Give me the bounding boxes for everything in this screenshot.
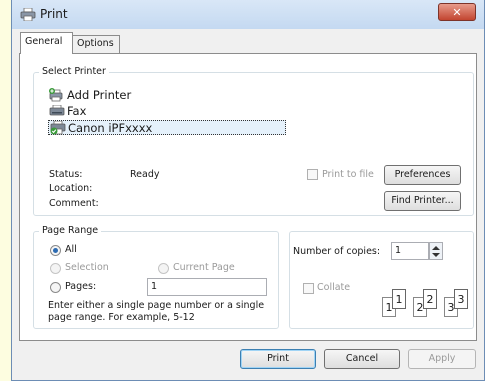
printer-item-fax[interactable]: Fax (48, 104, 128, 119)
all-radio[interactable] (50, 245, 61, 256)
cancel-button[interactable]: Cancel (324, 349, 400, 369)
collate-checkbox[interactable] (303, 283, 314, 294)
close-button[interactable]: ✕ (438, 3, 476, 21)
print-button[interactable]: Print (240, 349, 316, 369)
canon-printer-icon (50, 120, 66, 135)
select-printer-legend: Select Printer (39, 66, 109, 77)
preferences-button-label: Preferences (394, 169, 451, 180)
status-label: Status: (49, 169, 83, 180)
spin-up-icon[interactable] (432, 246, 440, 250)
print-dialog: Print ✕ General Options Select Printer A… (11, 0, 485, 381)
printer-item-add-printer[interactable]: Add Printer (48, 88, 168, 103)
preferences-button[interactable]: Preferences (384, 165, 461, 185)
printer-icon (20, 7, 36, 22)
printer-name: Add Printer (67, 88, 132, 102)
pages-input[interactable]: 1 (147, 278, 267, 296)
all-label[interactable]: All (65, 244, 77, 255)
pages-label[interactable]: Pages: (65, 281, 96, 292)
tab-options[interactable]: Options (72, 35, 120, 53)
cancel-button-label: Cancel (345, 353, 379, 364)
find-printer-button-label: Find Printer... (391, 195, 454, 206)
printer-name: Fax (67, 104, 87, 118)
number-of-copies-input[interactable]: 1 (391, 242, 429, 260)
collate-page-icon: 1 (392, 289, 406, 309)
window-title: Print (40, 7, 68, 21)
comment-label: Comment: (49, 198, 99, 209)
pages-input-value: 1 (151, 281, 158, 292)
print-button-label: Print (267, 353, 289, 364)
page-range-legend: Page Range (39, 225, 102, 236)
add-printer-icon (49, 88, 65, 102)
print-to-file-label[interactable]: Print to file (322, 169, 374, 180)
status-value: Ready (130, 169, 160, 180)
page-range-help-line-1: Enter either a single page number or a s… (48, 300, 265, 311)
printer-list[interactable]: Add Printer Fax Canon iPFxxxx (48, 85, 462, 145)
close-icon: ✕ (452, 6, 462, 19)
find-printer-button[interactable]: Find Printer... (384, 191, 461, 211)
selection-radio[interactable] (50, 263, 61, 274)
pages-radio[interactable] (50, 282, 61, 293)
copies-spinner[interactable] (429, 242, 443, 260)
page-range-help-line-2: page range. For example, 5-12 (48, 312, 195, 323)
current-page-label[interactable]: Current Page (173, 262, 235, 273)
tab-general-label: General (25, 36, 63, 47)
apply-button[interactable]: Apply (408, 349, 476, 369)
background-strip (0, 0, 11, 381)
title-bar[interactable]: Print ✕ (12, 0, 484, 29)
selection-label[interactable]: Selection (65, 262, 109, 273)
collate-label[interactable]: Collate (317, 282, 350, 293)
fax-printer-icon (49, 104, 65, 118)
number-of-copies-label: Number of copies: (293, 246, 381, 257)
tab-general[interactable]: General (20, 32, 73, 54)
apply-button-label: Apply (428, 353, 456, 364)
location-label: Location: (49, 183, 93, 194)
current-page-radio[interactable] (158, 263, 169, 274)
printer-item-canon[interactable]: Canon iPFxxxx (48, 120, 286, 135)
tab-options-label: Options (77, 38, 114, 49)
spin-down-icon[interactable] (432, 253, 440, 257)
collate-page-icon: 2 (423, 289, 437, 309)
print-to-file-checkbox[interactable] (307, 169, 318, 180)
collate-page-icon: 3 (454, 289, 468, 309)
printer-name: Canon iPFxxxx (68, 121, 153, 135)
number-of-copies-value: 1 (395, 245, 402, 256)
